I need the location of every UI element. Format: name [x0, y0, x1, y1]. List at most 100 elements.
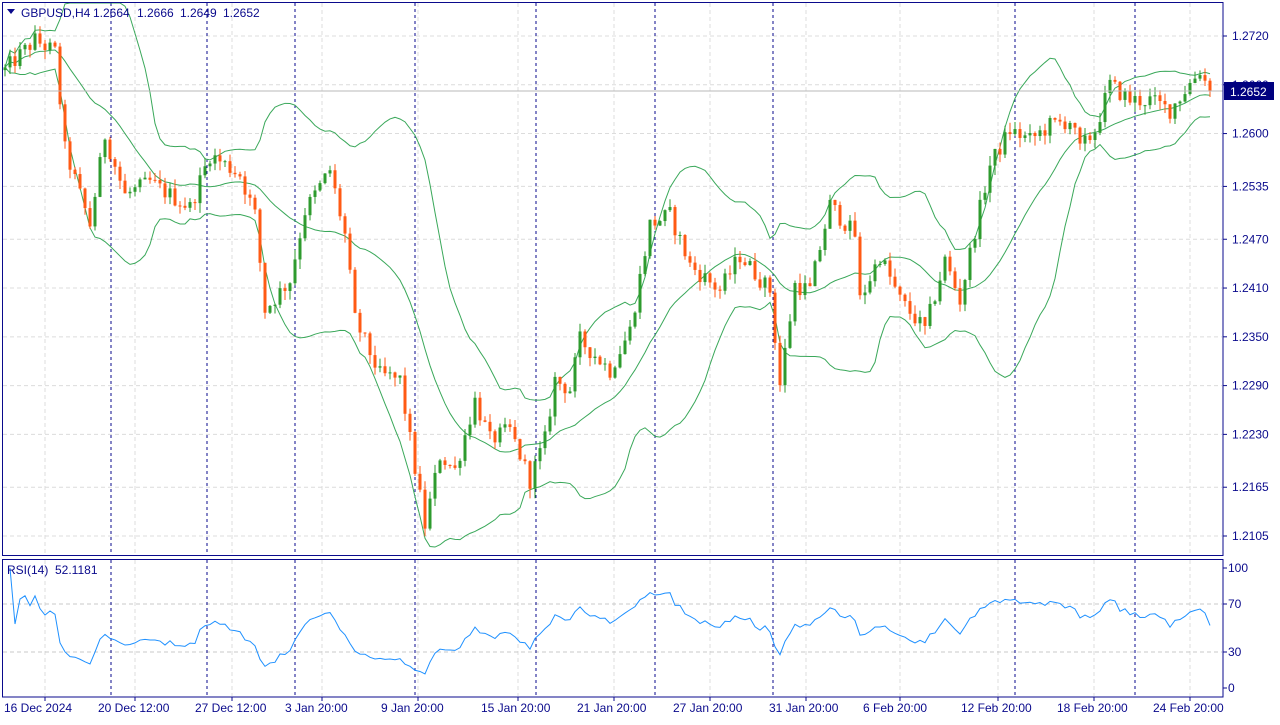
candle-body: [148, 177, 152, 180]
candle-body: [818, 249, 822, 262]
candle-body: [283, 288, 287, 291]
candle-body: [78, 174, 82, 189]
candle-body: [523, 459, 527, 462]
candle-body: [538, 448, 542, 462]
candle-body: [238, 174, 242, 177]
time-tick-label: 3 Jan 20:00: [285, 701, 348, 715]
candle-body: [1203, 75, 1207, 81]
high-value: 1.2666: [137, 6, 174, 20]
candle-body: [533, 461, 537, 489]
candle-body: [1078, 127, 1082, 144]
rsi-tick-label: 70: [1228, 597, 1242, 611]
candle-body: [463, 435, 467, 461]
price-tick-label: 1.2410: [1232, 281, 1269, 295]
candle-body: [1003, 132, 1007, 155]
candle-body: [333, 170, 337, 189]
candle-body: [1058, 119, 1062, 122]
candle-body: [828, 199, 832, 229]
candle-body: [313, 190, 317, 197]
candle-body: [228, 161, 232, 173]
candle-body: [328, 170, 332, 174]
candle-body: [203, 166, 207, 176]
time-tick-label: 20 Dec 12:00: [98, 701, 170, 715]
candle-body: [1063, 121, 1067, 130]
candle-body: [423, 489, 427, 529]
candle-body: [1053, 117, 1057, 120]
candle-body: [223, 161, 227, 163]
candle-body: [43, 43, 47, 51]
candle-body: [1098, 122, 1102, 133]
candle-body: [498, 427, 502, 443]
rsi-tick-label: 0: [1228, 681, 1235, 695]
candle-body: [798, 282, 802, 296]
candle-body: [1103, 93, 1107, 123]
candle-body: [243, 176, 247, 195]
candle-body: [583, 331, 587, 348]
candle-body: [843, 225, 847, 231]
candle-body: [453, 465, 457, 468]
candle-body: [743, 262, 747, 266]
candle-body: [288, 283, 292, 291]
time-tick-label: 18 Feb 20:00: [1057, 701, 1128, 715]
candle-body: [858, 236, 862, 296]
rsi-value: 52.1181: [55, 563, 98, 577]
candle-body: [363, 332, 367, 334]
bearish-candle: [838, 201, 842, 229]
candle-body: [93, 196, 97, 227]
candle-body: [908, 301, 912, 314]
candle-body: [478, 397, 482, 421]
bullish-candle: [633, 311, 637, 329]
candle-body: [753, 261, 757, 280]
candle-body: [653, 219, 657, 226]
candle-body: [563, 383, 567, 394]
candle-body: [813, 261, 817, 287]
candle-body: [33, 33, 37, 50]
candle-body: [398, 375, 402, 378]
open-value: 1.2664: [93, 6, 130, 20]
candle-body: [823, 228, 827, 250]
candle-body: [503, 424, 507, 428]
candle-body: [413, 431, 417, 474]
rsi-tick-label: 100: [1228, 561, 1248, 575]
candle-body: [83, 188, 87, 209]
candle-body: [278, 288, 282, 305]
candle-body: [438, 460, 442, 473]
candle-body: [1048, 117, 1052, 136]
time-tick-label: 27 Dec 12:00: [195, 701, 267, 715]
candle-body: [993, 148, 997, 166]
bearish-candle: [338, 184, 342, 221]
candle-body: [1083, 135, 1087, 144]
candle-body: [373, 355, 377, 368]
candle-body: [918, 317, 922, 324]
low-value: 1.2649: [180, 6, 217, 20]
chart-window[interactable]: 1.27201.26601.26001.25351.24701.24101.23…: [0, 0, 1280, 720]
candle-body: [458, 460, 462, 468]
candle-body: [388, 372, 392, 374]
candle-body: [608, 363, 612, 378]
candle-body: [973, 239, 977, 248]
candle-body: [213, 155, 217, 164]
candle-body: [188, 202, 192, 208]
candle-body: [928, 303, 932, 326]
price-tick-label: 1.2230: [1232, 427, 1269, 441]
candle-body: [143, 177, 147, 180]
candle-body: [258, 209, 262, 263]
candle-body: [1173, 103, 1177, 119]
candle-body: [793, 282, 797, 322]
candle-body: [618, 354, 622, 368]
candle-body: [218, 155, 222, 162]
time-tick-label: 27 Jan 20:00: [673, 701, 743, 715]
candle-body: [848, 220, 852, 231]
candle-body: [593, 356, 597, 359]
candle-body: [103, 139, 107, 158]
candle-body: [183, 205, 187, 208]
candle-body: [578, 331, 582, 358]
candle-body: [1138, 96, 1142, 106]
candle-body: [23, 44, 27, 50]
candle-body: [88, 208, 92, 227]
candle-body: [1143, 105, 1147, 107]
candle-body: [853, 220, 857, 237]
candle-body: [628, 326, 632, 341]
candle-body: [963, 279, 967, 305]
candle-body: [1133, 96, 1137, 103]
